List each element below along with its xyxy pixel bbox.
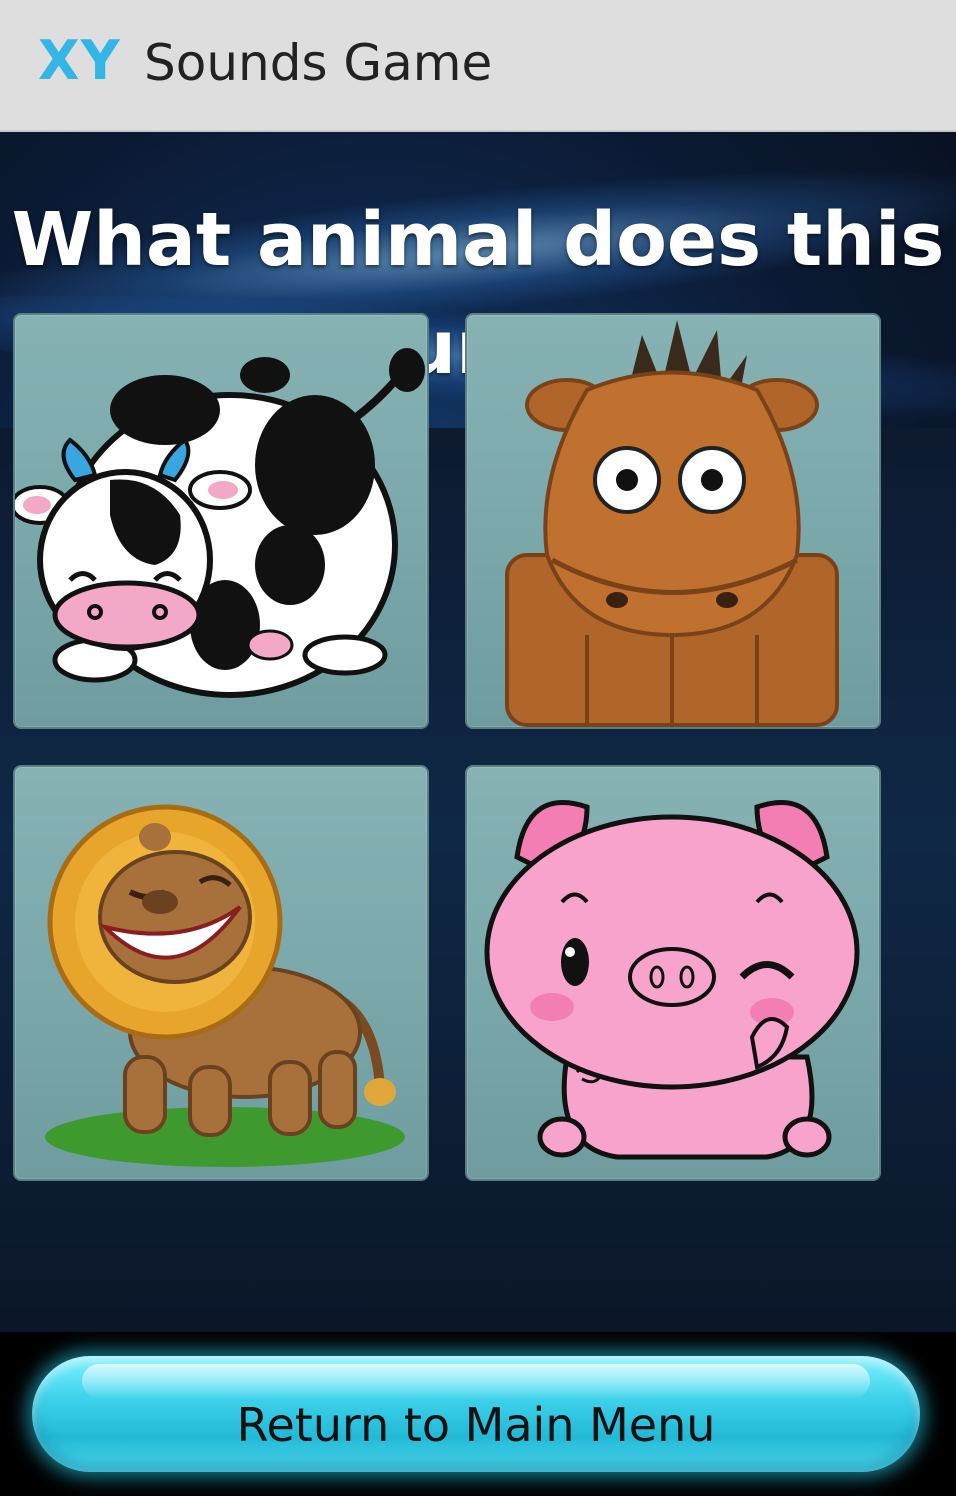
answer-tile-horse[interactable] — [465, 313, 881, 729]
answer-tile-lion[interactable] — [13, 765, 429, 1181]
cow-icon — [15, 348, 425, 698]
action-bar: XY Sounds Game — [0, 0, 956, 132]
bottom-bar: Return to Main Menu — [0, 1332, 956, 1496]
return-button-label: Return to Main Menu — [236, 1398, 716, 1452]
pig-icon — [484, 800, 860, 1160]
app-logo[interactable]: XY — [38, 26, 121, 96]
app-title: Sounds Game — [144, 34, 493, 92]
app-screen: XY Sounds Game What animal does this sou… — [0, 0, 956, 1496]
answer-tile-pig[interactable] — [465, 765, 881, 1181]
lion-icon — [45, 804, 405, 1167]
horse-icon — [505, 320, 839, 727]
answer-tile-cow[interactable] — [13, 313, 429, 729]
return-to-main-menu-button[interactable]: Return to Main Menu — [32, 1356, 920, 1472]
